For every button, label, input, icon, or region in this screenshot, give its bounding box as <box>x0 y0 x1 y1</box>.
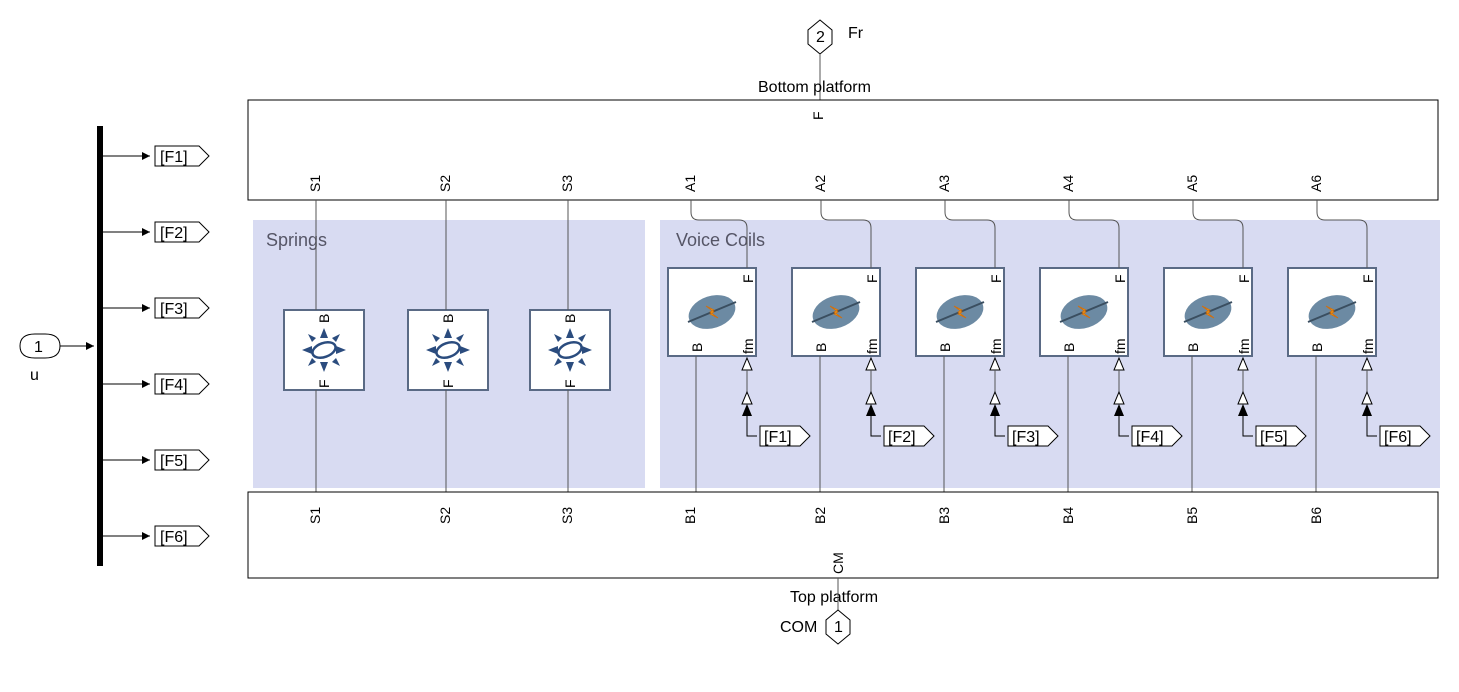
svg-text:F: F <box>562 379 578 388</box>
svg-text:F: F <box>1360 274 1376 283</box>
inport-number: 1 <box>34 339 43 356</box>
outport-fr-label: Fr <box>848 25 864 42</box>
svg-text:[F1]: [F1] <box>764 429 792 446</box>
svg-text:B: B <box>1185 343 1201 352</box>
svg-text:[F6]: [F6] <box>1384 429 1412 446</box>
svg-text:B: B <box>1309 343 1325 352</box>
svg-text:fm: fm <box>740 338 756 354</box>
svg-text:A4: A4 <box>1060 175 1076 192</box>
svg-text:B: B <box>813 343 829 352</box>
svg-text:B: B <box>316 314 332 323</box>
svg-text:B: B <box>1061 343 1077 352</box>
svg-text:B3: B3 <box>936 507 952 524</box>
svg-text:A6: A6 <box>1308 175 1324 192</box>
svg-text:B4: B4 <box>1060 507 1076 524</box>
outport-com: COM 1 <box>780 610 850 644</box>
inport-u: 1 u <box>20 334 60 384</box>
svg-text:fm: fm <box>864 338 880 354</box>
tag-f6: [F6] <box>160 529 188 546</box>
tag-f4: [F4] <box>160 377 188 394</box>
svg-text:B5: B5 <box>1184 507 1200 524</box>
svg-text:[F3]: [F3] <box>1012 429 1040 446</box>
svg-text:A3: A3 <box>936 175 952 192</box>
svg-text:[F2]: [F2] <box>888 429 916 446</box>
springs-title: Springs <box>266 230 327 250</box>
svg-text:F: F <box>440 379 456 388</box>
svg-text:A5: A5 <box>1184 175 1200 192</box>
bottom-platform-title: Bottom platform <box>758 79 871 96</box>
top-platform-port-CM: CM <box>830 552 846 574</box>
arrow-into-bus <box>86 342 94 350</box>
svg-text:F: F <box>1236 274 1252 283</box>
voicecoils-title: Voice Coils <box>676 230 765 250</box>
demux-tag-group: [F1] [F2] [F3] [F4] [F5] <box>103 146 209 546</box>
svg-text:A2: A2 <box>812 175 828 192</box>
svg-text:A1: A1 <box>682 175 698 192</box>
svg-text:B: B <box>562 314 578 323</box>
svg-text:F: F <box>740 274 756 283</box>
svg-text:S2: S2 <box>437 507 453 524</box>
svg-text:S1: S1 <box>307 175 323 192</box>
svg-text:B: B <box>440 314 456 323</box>
svg-text:S3: S3 <box>559 507 575 524</box>
outport-fr-number: 2 <box>816 29 825 46</box>
svg-text:fm: fm <box>988 338 1004 354</box>
svg-text:[F4]: [F4] <box>1136 429 1164 446</box>
svg-text:B6: B6 <box>1308 507 1324 524</box>
svg-text:S2: S2 <box>437 175 453 192</box>
svg-text:B1: B1 <box>682 507 698 524</box>
svg-text:B2: B2 <box>812 507 828 524</box>
tag-f3: [F3] <box>160 301 188 318</box>
svg-text:F: F <box>1112 274 1128 283</box>
inport-label: u <box>30 367 39 384</box>
svg-text:F: F <box>864 274 880 283</box>
bottom-platform-port-F: F <box>810 111 826 120</box>
svg-text:F: F <box>988 274 1004 283</box>
top-platform-title: Top platform <box>790 589 878 606</box>
svg-text:B: B <box>689 343 705 352</box>
svg-text:fm: fm <box>1360 338 1376 354</box>
tag-f5: [F5] <box>160 453 188 470</box>
svg-text:fm: fm <box>1112 338 1128 354</box>
svg-text:fm: fm <box>1236 338 1252 354</box>
svg-text:S3: S3 <box>559 175 575 192</box>
outport-com-label: COM <box>780 619 817 636</box>
tag-f1: [F1] <box>160 149 188 166</box>
outport-fr: 2 Fr <box>808 20 864 54</box>
svg-text:B: B <box>937 343 953 352</box>
outport-com-number: 1 <box>834 619 843 636</box>
bottom-platform-block <box>248 100 1438 200</box>
svg-text:[F5]: [F5] <box>1260 429 1288 446</box>
tag-f2: [F2] <box>160 225 188 242</box>
svg-text:S1: S1 <box>307 507 323 524</box>
svg-text:F: F <box>316 379 332 388</box>
